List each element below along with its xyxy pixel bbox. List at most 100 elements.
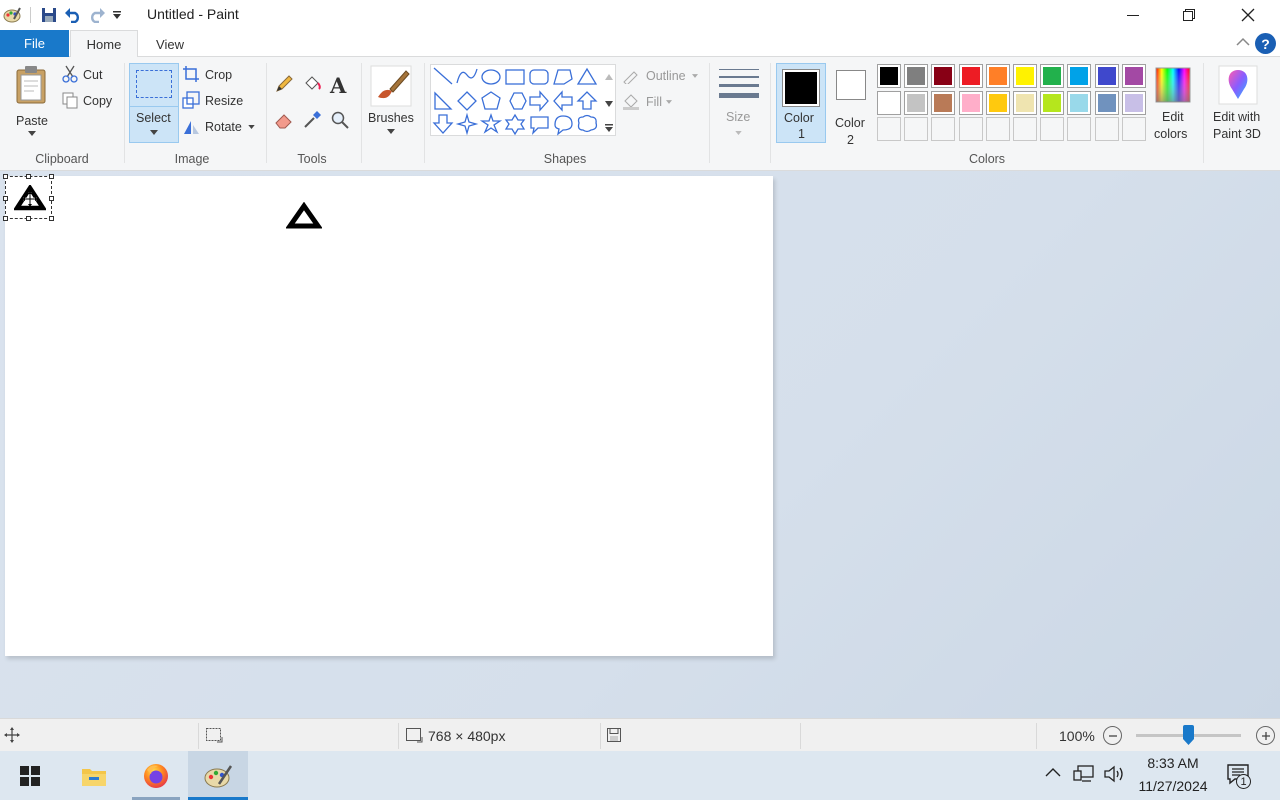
color-picker-tool[interactable] bbox=[302, 110, 324, 132]
five-point-star-shape-icon[interactable] bbox=[479, 112, 503, 134]
undo-icon[interactable] bbox=[61, 3, 85, 27]
palette-color-swatch[interactable] bbox=[985, 64, 1010, 88]
palette-color-swatch[interactable] bbox=[1121, 90, 1146, 115]
copy-button[interactable]: Copy bbox=[62, 91, 122, 111]
fill-tool[interactable] bbox=[302, 74, 324, 96]
resize-handle[interactable] bbox=[49, 174, 54, 179]
resize-handle[interactable] bbox=[3, 196, 8, 201]
palette-color-swatch[interactable] bbox=[1040, 64, 1065, 88]
paint-app-icon[interactable] bbox=[0, 3, 24, 27]
collapse-ribbon-icon[interactable] bbox=[1236, 36, 1250, 50]
pencil-tool[interactable] bbox=[274, 74, 296, 96]
resize-handle[interactable] bbox=[3, 174, 8, 179]
palette-color-swatch[interactable] bbox=[958, 90, 983, 115]
zoom-slider-thumb[interactable] bbox=[1183, 725, 1194, 745]
tab-home[interactable]: Home bbox=[70, 30, 138, 58]
cloud-callout-shape-icon[interactable] bbox=[577, 114, 598, 133]
canvas-workspace[interactable] bbox=[0, 171, 1280, 718]
cut-button[interactable]: Cut bbox=[62, 65, 122, 85]
shapes-scroll-up[interactable] bbox=[605, 69, 613, 83]
taskbar-paint[interactable] bbox=[188, 751, 248, 800]
eraser-tool[interactable] bbox=[274, 110, 296, 132]
rotate-button[interactable]: Rotate bbox=[182, 117, 258, 137]
shapes-expand[interactable] bbox=[605, 121, 613, 135]
custom-color-slot[interactable] bbox=[931, 117, 956, 141]
up-arrow-shape-icon[interactable] bbox=[576, 91, 598, 110]
curve-shape-icon[interactable] bbox=[456, 68, 478, 84]
hexagon-shape-icon[interactable] bbox=[509, 92, 527, 110]
selected-triangle-shape[interactable] bbox=[14, 185, 46, 211]
close-button[interactable] bbox=[1219, 0, 1277, 30]
palette-color-swatch[interactable] bbox=[904, 90, 929, 115]
custom-color-slot[interactable] bbox=[1040, 117, 1065, 141]
taskbar-file-explorer[interactable] bbox=[64, 751, 124, 800]
shapes-scroll-down[interactable] bbox=[605, 96, 613, 110]
palette-color-swatch[interactable] bbox=[1094, 90, 1119, 115]
edit-colors-button[interactable]: Edit colors bbox=[1152, 63, 1196, 145]
outline-button[interactable]: Outline bbox=[622, 66, 702, 86]
left-arrow-shape-icon[interactable] bbox=[553, 90, 573, 112]
fill-button[interactable]: Fill bbox=[622, 92, 702, 112]
four-point-star-shape-icon[interactable] bbox=[455, 112, 479, 136]
clock[interactable]: 8:33 AM 11/27/2024 bbox=[1128, 753, 1218, 798]
resize-handle[interactable] bbox=[3, 216, 8, 221]
network-button[interactable] bbox=[1073, 764, 1095, 787]
volume-button[interactable] bbox=[1103, 764, 1127, 787]
polygon-shape-icon[interactable] bbox=[553, 69, 573, 85]
customize-dropdown-icon[interactable] bbox=[109, 3, 125, 27]
zoom-in-button[interactable] bbox=[1256, 726, 1275, 745]
palette-color-swatch[interactable] bbox=[931, 90, 956, 115]
palette-color-swatch[interactable] bbox=[958, 64, 983, 88]
custom-color-slot[interactable] bbox=[958, 117, 983, 141]
palette-color-swatch[interactable] bbox=[1067, 64, 1092, 88]
edit-with-paint3d-button[interactable]: Edit with Paint 3D bbox=[1208, 63, 1270, 145]
palette-color-swatch[interactable] bbox=[1067, 90, 1092, 115]
redo-icon[interactable] bbox=[85, 3, 109, 27]
color2-button[interactable]: Color 2 bbox=[828, 63, 874, 147]
drawn-triangle-shape[interactable] bbox=[286, 202, 322, 230]
palette-color-swatch[interactable] bbox=[985, 90, 1010, 115]
palette-color-swatch[interactable] bbox=[931, 64, 956, 88]
resize-button[interactable]: Resize bbox=[182, 91, 252, 111]
resize-handle[interactable] bbox=[49, 196, 54, 201]
diamond-shape-icon[interactable] bbox=[457, 91, 477, 111]
help-icon[interactable]: ? bbox=[1255, 33, 1276, 54]
custom-color-slot[interactable] bbox=[877, 117, 901, 141]
custom-color-slot[interactable] bbox=[985, 117, 1010, 141]
custom-color-slot[interactable] bbox=[1094, 117, 1119, 141]
save-icon[interactable] bbox=[37, 3, 61, 27]
tab-file[interactable]: File bbox=[0, 30, 69, 57]
custom-color-slot[interactable] bbox=[1121, 117, 1146, 141]
custom-color-slot[interactable] bbox=[1067, 117, 1092, 141]
six-point-star-shape-icon[interactable] bbox=[504, 113, 526, 136]
custom-color-slot[interactable] bbox=[1013, 117, 1037, 141]
palette-color-swatch[interactable] bbox=[877, 90, 901, 115]
palette-color-swatch[interactable] bbox=[1121, 64, 1146, 88]
resize-handle[interactable] bbox=[49, 216, 54, 221]
magnifier-tool[interactable] bbox=[330, 110, 352, 132]
restore-button[interactable] bbox=[1160, 0, 1218, 30]
pentagon-shape-icon[interactable] bbox=[481, 91, 501, 110]
notifications-button[interactable]: 1 bbox=[1226, 763, 1256, 789]
resize-handle[interactable] bbox=[26, 216, 31, 221]
size-button[interactable]: Size bbox=[714, 65, 764, 145]
paste-button[interactable]: Paste bbox=[8, 61, 56, 141]
zoom-slider[interactable] bbox=[1136, 725, 1241, 745]
down-arrow-shape-icon[interactable] bbox=[432, 114, 454, 134]
custom-color-slot[interactable] bbox=[904, 117, 929, 141]
taskbar-firefox[interactable] bbox=[126, 751, 186, 800]
start-button[interactable] bbox=[0, 751, 60, 800]
palette-color-swatch[interactable] bbox=[1013, 64, 1037, 88]
line-shape-icon[interactable] bbox=[433, 67, 453, 85]
resize-handle[interactable] bbox=[26, 174, 31, 179]
crop-button[interactable]: Crop bbox=[182, 65, 252, 85]
rounded-rectangle-shape-icon[interactable] bbox=[529, 69, 549, 85]
drawing-canvas[interactable] bbox=[3, 174, 773, 656]
text-tool[interactable]: A bbox=[330, 73, 352, 98]
select-button[interactable]: Select bbox=[129, 63, 179, 143]
selection-box[interactable] bbox=[3, 174, 54, 221]
oval-shape-icon[interactable] bbox=[481, 69, 501, 85]
show-hidden-icons-button[interactable] bbox=[1045, 766, 1061, 781]
right-triangle-shape-icon[interactable] bbox=[434, 91, 453, 110]
zoom-out-button[interactable] bbox=[1103, 726, 1122, 745]
